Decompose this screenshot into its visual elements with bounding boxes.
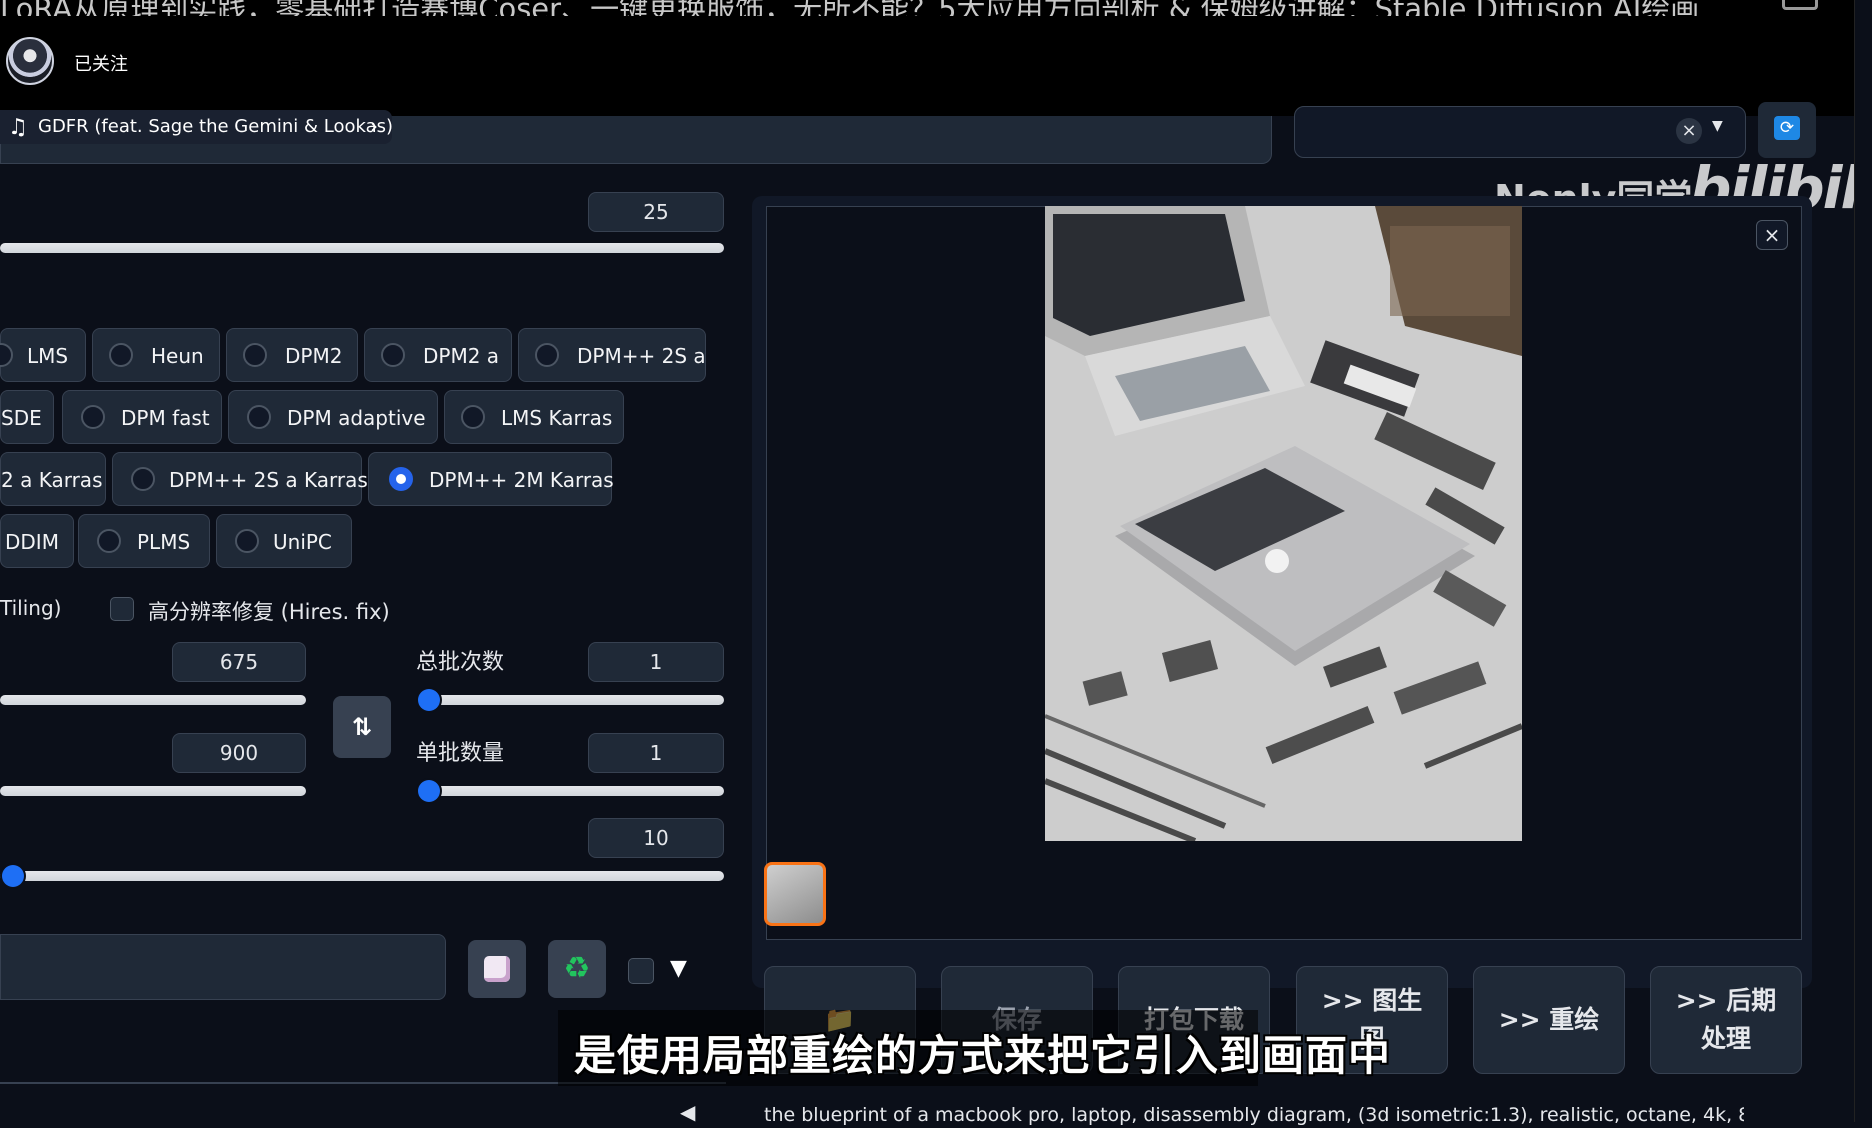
sampler-option-dpm2-a-karras[interactable]: 2 a Karras: [0, 452, 106, 506]
radio-selected-icon[interactable]: [389, 467, 413, 491]
sampler-option-ddim[interactable]: DDIM: [0, 514, 74, 568]
radio-icon[interactable]: [81, 405, 105, 429]
sampler-option-dpm-adaptive[interactable]: DPM adaptive: [228, 390, 438, 444]
sampler-label: UniPC: [273, 530, 332, 554]
sampling-steps-slider[interactable]: [0, 243, 724, 253]
gallery-thumbnail[interactable]: [764, 862, 826, 926]
laptop-disassembly-illustration: [1045, 206, 1522, 841]
cfg-scale-slider[interactable]: [0, 871, 724, 881]
sampler-option-unipc[interactable]: UniPC: [216, 514, 352, 568]
sampler-option-plms[interactable]: PLMS: [78, 514, 210, 568]
video-top-bar: [0, 0, 1872, 116]
batch-count-slider[interactable]: [418, 695, 724, 705]
sampler-label: PLMS: [137, 530, 191, 554]
triangle-left-icon[interactable]: ◀: [680, 1100, 695, 1124]
sampler-option-dpm-fast[interactable]: DPM fast: [62, 390, 222, 444]
batch-count-slider-thumb[interactable]: [418, 689, 440, 711]
send-to-extras-button[interactable]: >> 后期处理: [1650, 966, 1802, 1074]
batch-count-input[interactable]: 1: [588, 642, 724, 682]
generated-image[interactable]: [1045, 206, 1522, 841]
tiling-label[interactable]: Tiling): [0, 596, 61, 620]
sampler-option-dpmpp-2m-karras[interactable]: DPM++ 2M Karras: [368, 452, 614, 506]
triangle-down-icon[interactable]: ▼: [670, 956, 687, 981]
sampler-option-sde[interactable]: SDE: [0, 390, 54, 444]
hires-fix-checkbox[interactable]: [110, 597, 134, 621]
hires-fix-label[interactable]: 高分辨率修复 (Hires. fix): [148, 596, 390, 626]
sampler-label: LMS Karras: [501, 406, 613, 430]
refresh-icon[interactable]: ⟳: [1774, 116, 1800, 140]
avatar[interactable]: [6, 37, 54, 85]
radio-icon[interactable]: [0, 343, 13, 367]
sampler-option-lms-karras[interactable]: LMS Karras: [444, 390, 624, 444]
sampler-label: DPM++ 2S a: [577, 344, 706, 368]
music-label[interactable]: GDFR (feat. Sage the Gemini & Lookas): [38, 116, 393, 137]
batch-size-input[interactable]: 1: [588, 733, 724, 773]
sampler-label: DPM fast: [121, 406, 210, 430]
sampler-option-dpm2-a[interactable]: DPM2 a: [364, 328, 512, 382]
sampler-option-lms[interactable]: LMS: [0, 328, 86, 382]
share-icon[interactable]: [1782, 0, 1818, 10]
chevron-right-icon[interactable]: ›: [370, 114, 378, 138]
sampler-option-dpmpp-2s-a[interactable]: DPM++ 2S a: [518, 328, 706, 382]
radio-icon[interactable]: [381, 343, 405, 367]
width-input[interactable]: 675: [172, 642, 306, 682]
chevron-down-icon[interactable]: ▼: [1712, 118, 1723, 134]
sampler-option-dpmpp-2s-a-karras[interactable]: DPM++ 2S a Karras: [112, 452, 368, 506]
radio-icon[interactable]: [97, 529, 121, 553]
cfg-scale-input[interactable]: 10: [588, 818, 724, 858]
swap-dimensions-button[interactable]: ⇅: [333, 696, 391, 758]
radio-icon[interactable]: [535, 343, 559, 367]
dice-icon[interactable]: [484, 956, 510, 982]
sampler-option-dpm2[interactable]: DPM2: [226, 328, 358, 382]
music-note-icon: ♫: [8, 115, 28, 140]
extra-seed-checkbox[interactable]: [628, 958, 654, 984]
radio-icon[interactable]: [109, 343, 133, 367]
batch-size-slider-thumb[interactable]: [418, 780, 440, 802]
side-edge: [1854, 0, 1872, 1122]
sampler-label: DPM adaptive: [287, 406, 426, 430]
radio-icon[interactable]: [461, 405, 485, 429]
close-image-button[interactable]: ×: [1756, 220, 1788, 250]
sampler-label: DPM2 a: [423, 344, 500, 368]
video-title: LoRA从原理到实践，零基础打造赛博Coser、一键更换服饰，无所不能？5大应用…: [0, 0, 1800, 16]
sampler-label: DPM++ 2M Karras: [429, 468, 614, 492]
sampler-label: DDIM: [5, 530, 59, 554]
radio-icon[interactable]: [247, 405, 271, 429]
radio-icon[interactable]: [243, 343, 267, 367]
send-to-inpaint-button[interactable]: >> 重绘: [1473, 966, 1625, 1074]
generation-prompt-text: the blueprint of a macbook pro, laptop, …: [764, 1104, 1744, 1126]
batch-count-label: 总批次数: [416, 650, 505, 675]
seed-input[interactable]: [0, 934, 446, 1000]
batch-size-label: 单批数量: [416, 741, 505, 766]
close-icon[interactable]: ×: [1676, 118, 1702, 144]
radio-icon[interactable]: [131, 467, 155, 491]
sampler-option-heun[interactable]: Heun: [92, 328, 220, 382]
sampler-label: DPM++ 2S a Karras: [169, 468, 368, 492]
height-input[interactable]: 900: [172, 733, 306, 773]
reuse-seed-button[interactable]: ♻: [548, 940, 606, 998]
sampler-label: SDE: [1, 406, 42, 430]
radio-icon[interactable]: [235, 529, 259, 553]
sampler-label: 2 a Karras: [1, 468, 103, 492]
sampler-label: LMS: [27, 344, 69, 368]
video-subtitle: 是使用局部重绘的方式来把它引入到画面中: [574, 1031, 1392, 1080]
sampler-label: Heun: [151, 344, 204, 368]
sampling-steps-input[interactable]: 25: [588, 192, 724, 232]
follow-status[interactable]: 已关注: [74, 50, 128, 76]
batch-size-slider[interactable]: [418, 786, 724, 796]
width-slider[interactable]: [0, 695, 306, 705]
height-slider[interactable]: [0, 786, 306, 796]
cfg-scale-slider-thumb[interactable]: [2, 865, 24, 887]
sampler-label: DPM2: [285, 344, 343, 368]
